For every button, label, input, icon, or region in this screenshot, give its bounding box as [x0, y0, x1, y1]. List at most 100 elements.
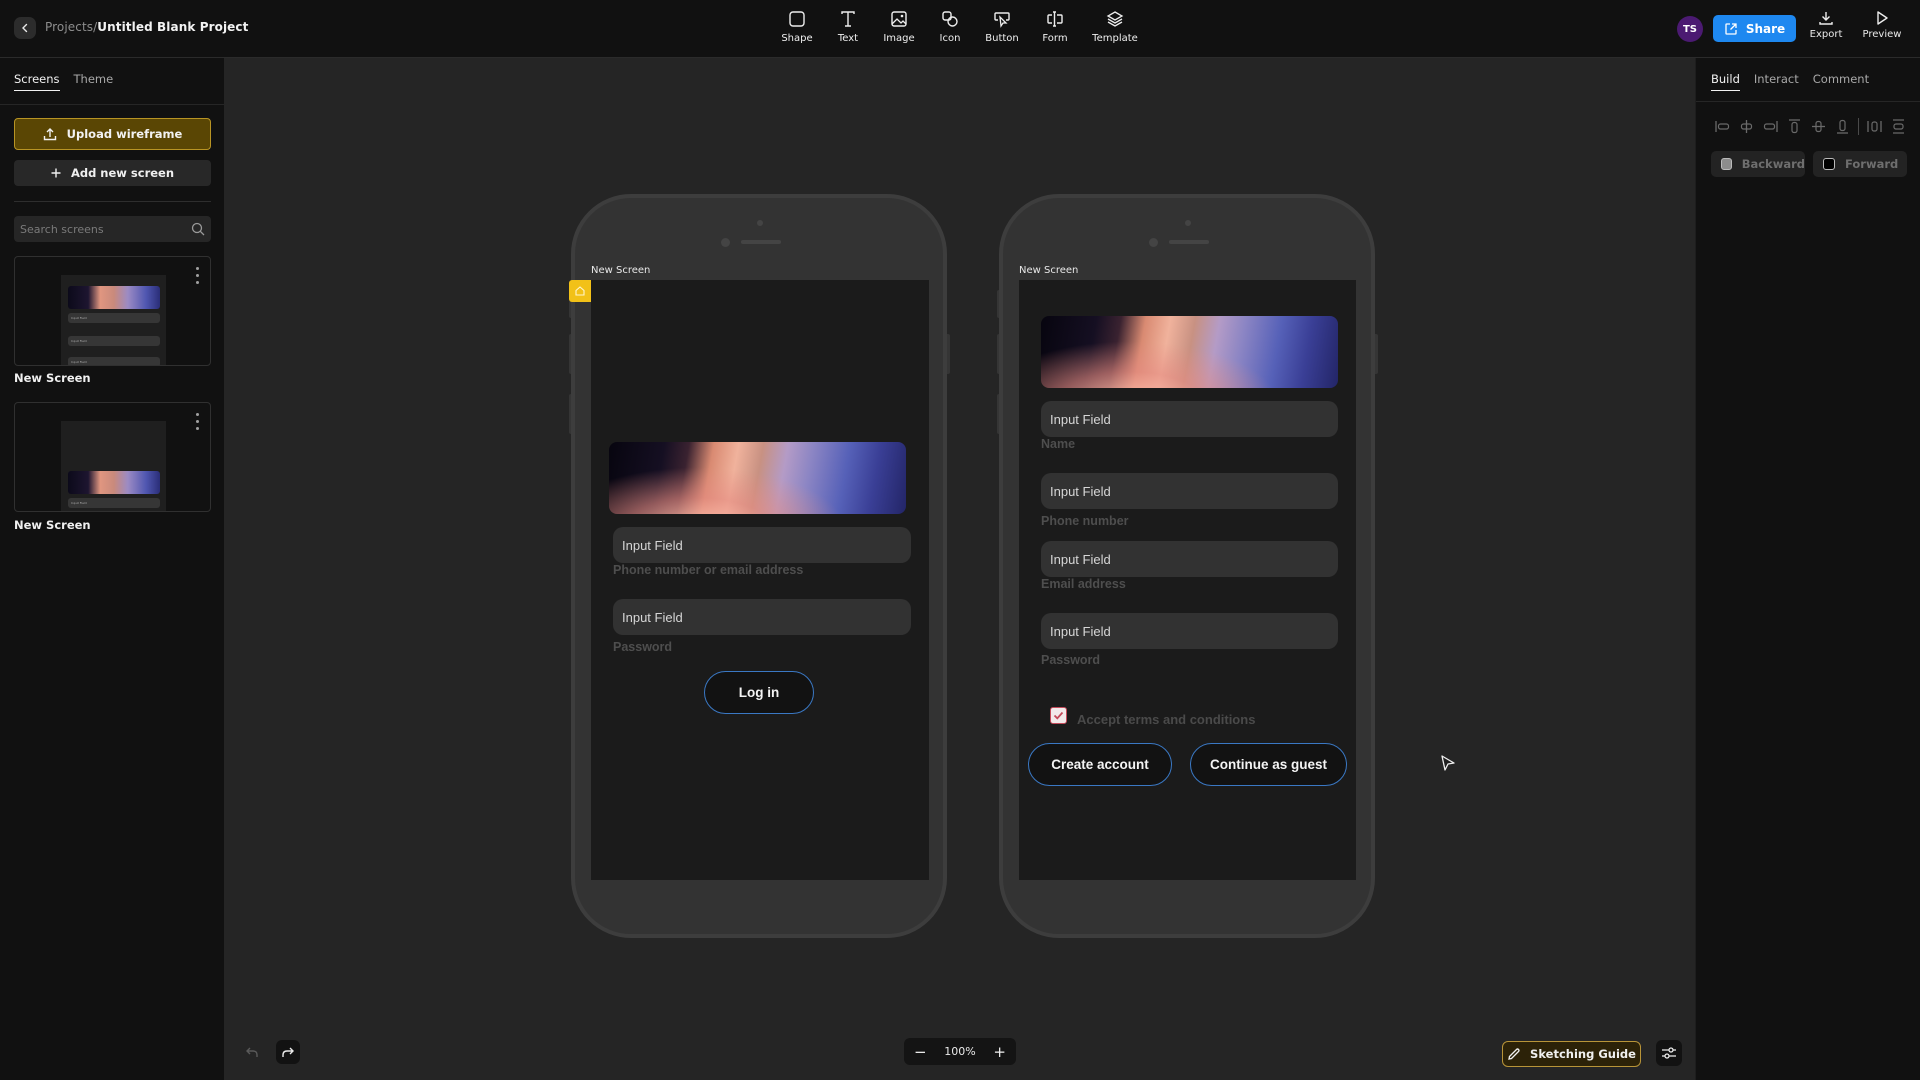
undo-button[interactable] — [240, 1040, 264, 1064]
send-backward-button[interactable]: Backward — [1711, 151, 1805, 177]
hero-image[interactable] — [1041, 316, 1338, 388]
redo-button[interactable] — [276, 1040, 300, 1064]
align-bottom-icon[interactable] — [1834, 118, 1851, 135]
hero-image[interactable] — [609, 442, 906, 514]
align-center-h-icon[interactable] — [1738, 118, 1755, 135]
tool-text-label: Text — [837, 33, 859, 44]
create-account-button[interactable]: Create account — [1028, 743, 1172, 786]
share-button[interactable]: Share — [1713, 15, 1796, 42]
thumbnail-field: Input Field — [68, 313, 160, 323]
tab-screens[interactable]: Screens — [14, 72, 60, 91]
backward-icon — [1721, 158, 1732, 170]
tool-button[interactable]: Button — [974, 9, 1030, 44]
input-field[interactable]: Input Field — [1041, 401, 1338, 437]
align-right-icon[interactable] — [1762, 118, 1779, 135]
preview-button[interactable]: Preview — [1860, 10, 1904, 40]
phone-speaker — [1169, 240, 1209, 244]
input-field[interactable]: Input Field — [1041, 473, 1338, 509]
divider — [0, 104, 224, 105]
align-left-icon[interactable] — [1714, 118, 1731, 135]
image-icon — [891, 11, 907, 27]
align-top-icon[interactable] — [1786, 118, 1803, 135]
tab-theme[interactable]: Theme — [74, 72, 114, 91]
design-canvas[interactable] — [224, 58, 1695, 1080]
user-avatar[interactable]: TS — [1677, 16, 1703, 42]
left-sidebar: Screens Theme Upload wireframe Add new s… — [0, 58, 224, 1080]
plus-icon — [51, 168, 61, 178]
phone-screen[interactable] — [591, 280, 929, 880]
distribute-vertical-icon[interactable] — [1890, 118, 1907, 135]
checkmark-icon — [1053, 711, 1064, 720]
continue-as-guest-button[interactable]: Continue as guest — [1190, 743, 1347, 786]
phone-lens — [721, 238, 730, 247]
screen-thumbnail-label: New Screen — [14, 371, 91, 385]
field-label: Password — [1041, 653, 1101, 667]
tool-text[interactable]: Text — [820, 9, 876, 44]
tool-shape-label: Shape — [781, 33, 813, 44]
breadcrumb-projects-link[interactable]: Projects — [45, 20, 93, 34]
input-field[interactable]: Input Field — [613, 527, 911, 563]
layers-icon — [1106, 11, 1124, 27]
screen-thumbnail[interactable]: Input Field Input Field Input Field — [14, 256, 211, 366]
input-field[interactable]: Input Field — [1041, 541, 1338, 577]
project-title[interactable]: Untitled Blank Project — [97, 20, 248, 34]
more-options-icon[interactable] — [194, 413, 200, 430]
undo-icon — [246, 1047, 258, 1057]
thumbnail-image — [68, 286, 160, 309]
input-field[interactable]: Input Field — [1041, 613, 1338, 649]
export-button[interactable]: Export — [1804, 10, 1848, 40]
tool-form[interactable]: Form — [1027, 9, 1083, 44]
tool-button-label: Button — [985, 33, 1019, 44]
tab-interact[interactable]: Interact — [1754, 72, 1799, 91]
breadcrumb: Projects/Untitled Blank Project — [45, 20, 248, 34]
screen-thumbnail-label: New Screen — [14, 518, 91, 532]
sketching-guide-label: Sketching Guide — [1530, 1047, 1636, 1061]
divider — [14, 201, 211, 202]
add-new-screen-button[interactable]: Add new screen — [14, 160, 211, 186]
zoom-in-button[interactable]: + — [993, 1043, 1006, 1061]
zoom-out-button[interactable]: − — [914, 1043, 927, 1061]
add-new-screen-label: Add new screen — [70, 166, 175, 180]
tool-image[interactable]: Image — [871, 9, 927, 44]
field-label: Phone number — [1041, 514, 1129, 528]
bring-forward-button[interactable]: Forward — [1813, 151, 1907, 177]
upload-wireframe-button[interactable]: Upload wireframe — [14, 118, 211, 150]
forward-icon — [1823, 158, 1835, 170]
tool-image-label: Image — [883, 33, 915, 44]
right-panel-tabs: Build Interact Comment — [1711, 72, 1869, 91]
download-icon — [1819, 12, 1833, 25]
distribute-horizontal-icon[interactable] — [1866, 118, 1883, 135]
divider — [1696, 101, 1920, 102]
align-middle-v-icon[interactable] — [1810, 118, 1827, 135]
home-screen-badge[interactable] — [569, 280, 591, 302]
preview-label: Preview — [1862, 29, 1902, 40]
tool-template-label: Template — [1092, 33, 1138, 44]
accept-terms-label: Accept terms and conditions — [1077, 712, 1256, 727]
tool-icon-label: Icon — [939, 33, 961, 44]
thumbnail-preview: Input Field Input Field Input Field — [61, 275, 166, 365]
tool-shape[interactable]: Shape — [769, 9, 825, 44]
text-icon — [841, 11, 855, 27]
square-icon — [789, 11, 805, 27]
tab-comment[interactable]: Comment — [1813, 72, 1869, 91]
search-screens-input[interactable] — [20, 222, 191, 236]
tab-build[interactable]: Build — [1711, 72, 1740, 91]
field-label: Phone number or email address — [613, 563, 804, 577]
log-in-button[interactable]: Log in — [704, 671, 814, 714]
canvas-settings-button[interactable] — [1656, 1040, 1682, 1066]
search-icon[interactable] — [191, 222, 205, 236]
sliders-icon — [1662, 1047, 1676, 1059]
screen-name-label[interactable]: New Screen — [591, 265, 650, 276]
more-options-icon[interactable] — [194, 267, 200, 284]
tool-icon[interactable]: Icon — [922, 9, 978, 44]
sketching-guide-button[interactable]: Sketching Guide — [1502, 1041, 1641, 1067]
screen-name-label[interactable]: New Screen — [1019, 265, 1078, 276]
accept-terms-checkbox[interactable] — [1050, 707, 1067, 724]
chevron-left-icon — [22, 23, 28, 33]
back-button[interactable] — [14, 17, 36, 39]
input-field[interactable]: Input Field — [613, 599, 911, 635]
export-label: Export — [1809, 29, 1843, 40]
screen-thumbnail[interactable]: Input Field — [14, 402, 211, 512]
search-screens-field[interactable] — [14, 216, 211, 242]
tool-template[interactable]: Template — [1087, 9, 1143, 44]
